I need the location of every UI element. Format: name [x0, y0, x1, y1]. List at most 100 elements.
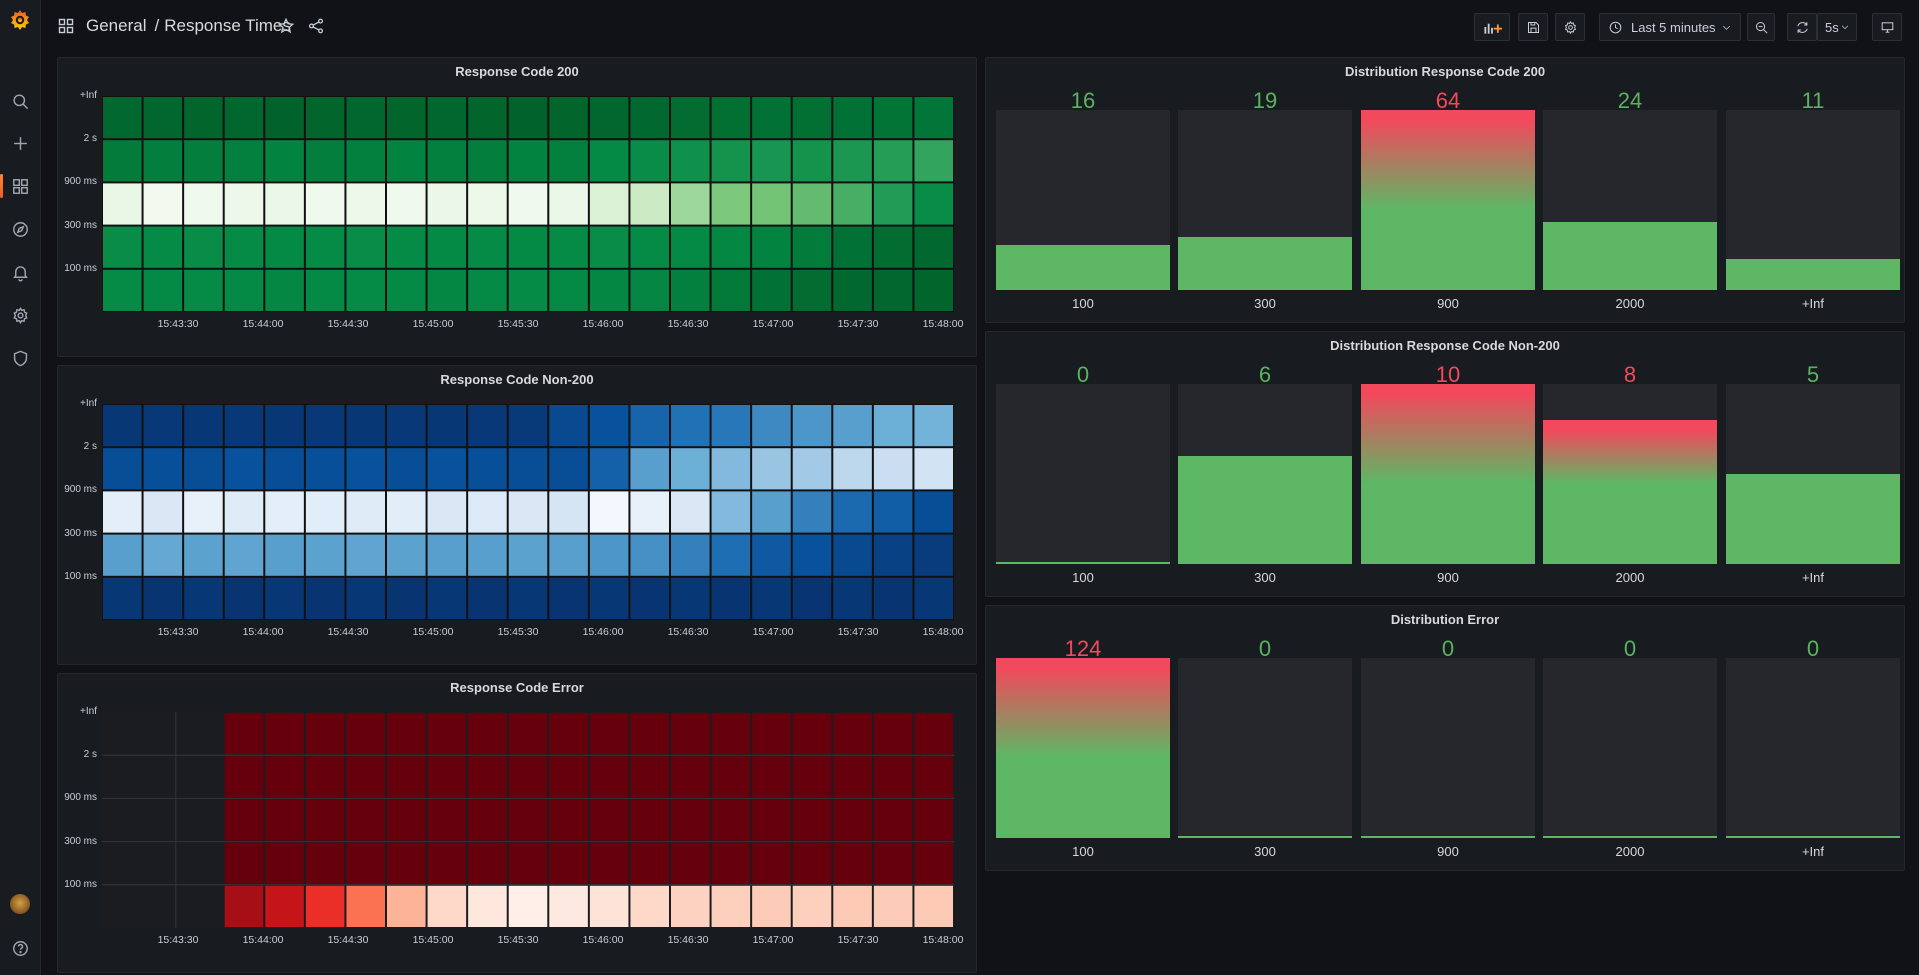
- heatmap-cell[interactable]: [224, 269, 264, 311]
- heatmap-cell[interactable]: [184, 226, 223, 268]
- heatmap-cell[interactable]: [752, 534, 791, 576]
- heatmap-cell[interactable]: [143, 577, 183, 619]
- heatmap-cell[interactable]: [224, 756, 264, 798]
- heatmap-cell[interactable]: [143, 226, 183, 268]
- dashboard-title[interactable]: Response Times: [164, 16, 291, 36]
- heatmap-cell[interactable]: [346, 799, 385, 841]
- heatmap-cell[interactable]: [103, 183, 142, 225]
- heatmap-cell[interactable]: [914, 140, 953, 182]
- heatmap-cell[interactable]: [914, 97, 953, 139]
- heatmap-cell[interactable]: [671, 269, 710, 311]
- heatmap-cell[interactable]: [914, 756, 953, 798]
- heatmap-cell[interactable]: [752, 97, 791, 139]
- panel-title[interactable]: Distribution Response Code 200: [986, 64, 1904, 79]
- heatmap-cell[interactable]: [508, 491, 548, 533]
- bar-gauge-track[interactable]: [1726, 658, 1900, 838]
- heatmap-cell[interactable]: [833, 269, 872, 311]
- heatmap-cell[interactable]: [914, 534, 953, 576]
- heatmap-panel[interactable]: Response Code Non-200 +Inf 2 s 900 ms 300 ms…: [57, 365, 977, 665]
- heatmap-cell[interactable]: [671, 842, 710, 884]
- heatmap-cell[interactable]: [427, 885, 467, 927]
- heatmap-cell[interactable]: [508, 885, 548, 927]
- heatmap-cell[interactable]: [792, 885, 832, 927]
- heatmap-cell[interactable]: [914, 183, 953, 225]
- heatmap-cell[interactable]: [346, 97, 385, 139]
- heatmap-cell[interactable]: [508, 534, 548, 576]
- heatmap-cell[interactable]: [752, 842, 791, 884]
- heatmap-cell[interactable]: [224, 534, 264, 576]
- heatmap-cell[interactable]: [589, 405, 629, 447]
- heatmap-cell[interactable]: [305, 491, 345, 533]
- heatmap-cell[interactable]: [346, 226, 385, 268]
- heatmap-panel[interactable]: Response Code 200 +Inf 2 s 900 ms 300 ms 100 …: [57, 57, 977, 357]
- heatmap-cell[interactable]: [346, 491, 385, 533]
- heatmap-cell[interactable]: [711, 756, 751, 798]
- heatmap-cell[interactable]: [711, 97, 751, 139]
- share-icon[interactable]: [307, 17, 325, 35]
- heatmap-cell[interactable]: [305, 534, 345, 576]
- heatmap-cell[interactable]: [346, 448, 385, 490]
- heatmap-cell[interactable]: [589, 97, 629, 139]
- heatmap-cell[interactable]: [143, 448, 183, 490]
- heatmap-cell[interactable]: [387, 140, 426, 182]
- heatmap-cell[interactable]: [143, 140, 183, 182]
- heatmap-cell[interactable]: [630, 799, 669, 841]
- heatmap-cell[interactable]: [346, 885, 385, 927]
- heatmap-cell[interactable]: [427, 842, 467, 884]
- heatmap-cell[interactable]: [549, 885, 588, 927]
- heatmap-cell[interactable]: [671, 756, 710, 798]
- panel-title[interactable]: Response Code Error: [58, 680, 976, 695]
- heatmap-cell[interactable]: [184, 448, 223, 490]
- heatmap-cell[interactable]: [224, 97, 264, 139]
- heatmap-cell[interactable]: [427, 756, 467, 798]
- heatmap-cell[interactable]: [549, 756, 588, 798]
- heatmap-cell[interactable]: [589, 842, 629, 884]
- heatmap-cell[interactable]: [346, 842, 385, 884]
- heatmap-cell[interactable]: [387, 799, 426, 841]
- bar-gauge-track[interactable]: [996, 384, 1170, 564]
- heatmap-cell[interactable]: [143, 405, 183, 447]
- heatmap-cell[interactable]: [873, 97, 913, 139]
- heatmap-cell[interactable]: [387, 842, 426, 884]
- heatmap-cell[interactable]: [103, 534, 142, 576]
- heatmap-cell[interactable]: [671, 534, 710, 576]
- heatmap-cell[interactable]: [792, 405, 832, 447]
- heatmap-cell[interactable]: [224, 140, 264, 182]
- heatmap-cell[interactable]: [711, 140, 751, 182]
- heatmap-cell[interactable]: [265, 799, 304, 841]
- heatmap-cell[interactable]: [265, 885, 304, 927]
- heatmap-cell[interactable]: [589, 269, 629, 311]
- heatmap-cell[interactable]: [305, 183, 345, 225]
- heatmap-cell[interactable]: [143, 534, 183, 576]
- heatmap-cell[interactable]: [549, 405, 588, 447]
- heatmap-cell[interactable]: [711, 713, 751, 755]
- grafana-logo-icon[interactable]: [8, 8, 32, 32]
- heatmap-cell[interactable]: [508, 448, 548, 490]
- heatmap-cell[interactable]: [792, 577, 832, 619]
- heatmap-cell[interactable]: [549, 799, 588, 841]
- heatmap-cell[interactable]: [265, 842, 304, 884]
- heatmap-cell[interactable]: [630, 183, 669, 225]
- heatmap-cell[interactable]: [792, 842, 832, 884]
- heatmap-cell[interactable]: [914, 226, 953, 268]
- heatmap-cell[interactable]: [671, 799, 710, 841]
- heatmap-cell[interactable]: [914, 713, 953, 755]
- heatmap-cell[interactable]: [508, 226, 548, 268]
- heatmap-cell[interactable]: [873, 577, 913, 619]
- heatmap-cell[interactable]: [833, 534, 872, 576]
- heatmap-cell[interactable]: [224, 491, 264, 533]
- heatmap-cell[interactable]: [508, 183, 548, 225]
- heatmap-cell[interactable]: [427, 97, 467, 139]
- heatmap-cell[interactable]: [103, 97, 142, 139]
- heatmap-cell[interactable]: [143, 269, 183, 311]
- bar-gauge-track[interactable]: [1361, 110, 1535, 290]
- heatmap-cell[interactable]: [346, 713, 385, 755]
- heatmap-cell[interactable]: [468, 799, 507, 841]
- heatmap-cell[interactable]: [305, 448, 345, 490]
- heatmap-cell[interactable]: [265, 577, 304, 619]
- bar-gauge-track[interactable]: [996, 110, 1170, 290]
- heatmap-cell[interactable]: [346, 577, 385, 619]
- heatmap-cell[interactable]: [873, 140, 913, 182]
- heatmap-cell[interactable]: [184, 577, 223, 619]
- heatmap-cell[interactable]: [873, 269, 913, 311]
